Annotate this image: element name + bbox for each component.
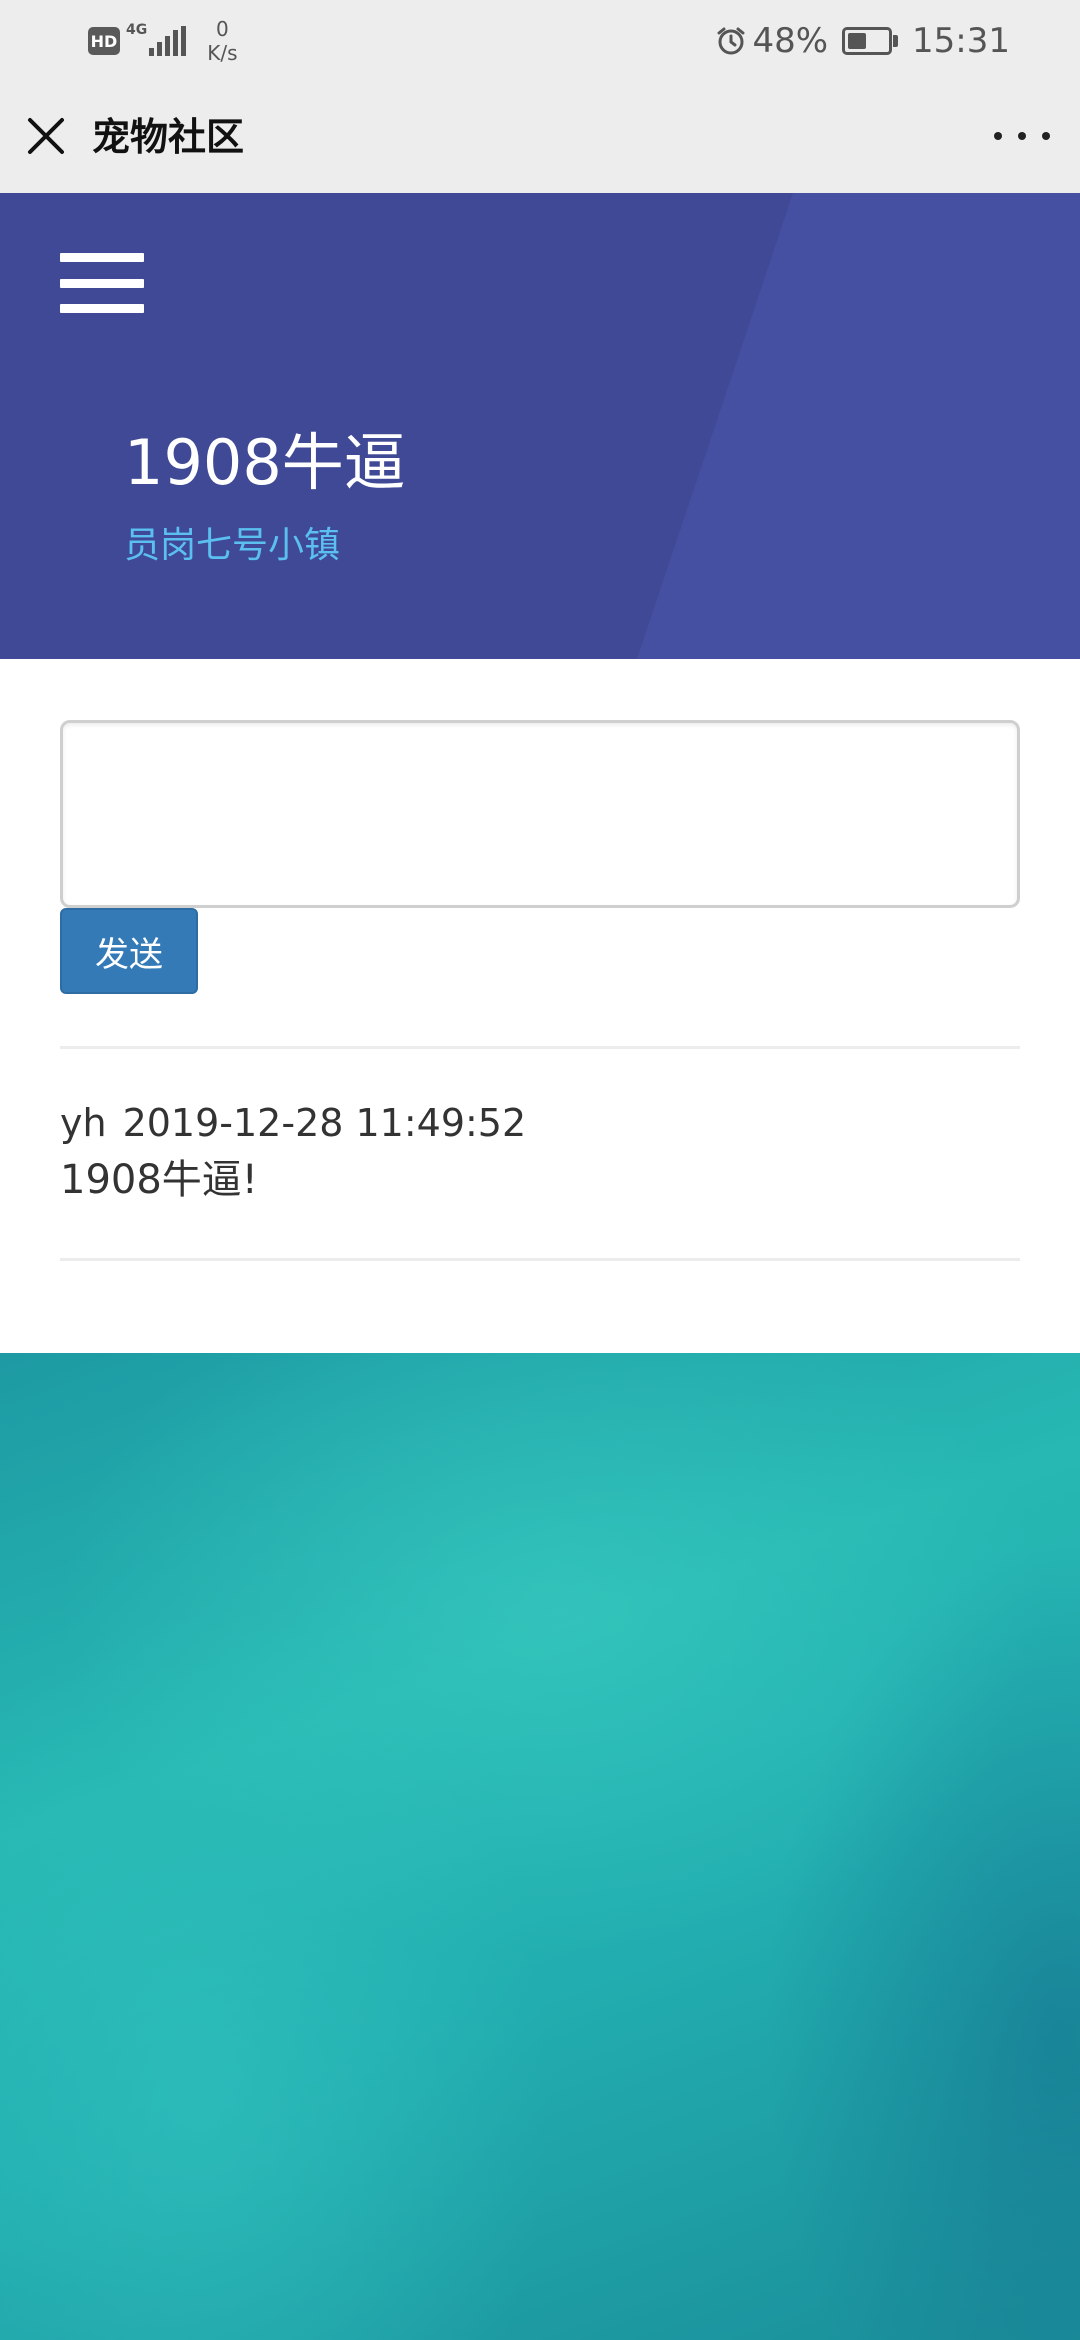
banner-title: 1908牛逼 — [124, 426, 406, 499]
post-author: yh — [60, 1101, 107, 1145]
close-icon[interactable] — [22, 112, 70, 160]
post-meta: yh 2019-12-28 11:49:52 — [60, 1098, 526, 1148]
battery-icon — [842, 27, 899, 55]
hamburger-icon[interactable] — [60, 253, 144, 313]
header-banner: 1908牛逼 员岗七号小镇 — [0, 193, 1080, 659]
network-type: 4G — [126, 22, 148, 38]
network-speed: 0 K/s — [207, 17, 237, 65]
banner-subtitle: 员岗七号小镇 — [124, 525, 341, 566]
post-timestamp: 2019-12-28 11:49:52 — [122, 1101, 527, 1145]
divider — [60, 1258, 1020, 1261]
clock: 15:31 — [912, 21, 1010, 61]
signal-icon — [149, 26, 189, 56]
page-title: 宠物社区 — [92, 115, 245, 159]
status-bar: HD 4G 0 K/s 48% 15:31 — [0, 0, 1080, 80]
send-button[interactable]: 发送 — [60, 908, 198, 994]
network-speed-value: 0 — [216, 17, 229, 41]
status-right: 48% 15:31 — [716, 18, 1010, 64]
alarm-icon — [717, 27, 745, 55]
hd-badge: HD — [88, 27, 120, 55]
bottom-background — [0, 1353, 1080, 2340]
post-content: 1908牛逼! — [60, 1157, 258, 1203]
message-input[interactable] — [60, 720, 1020, 908]
status-left: HD 4G 0 K/s — [88, 16, 238, 66]
network-speed-unit: K/s — [207, 41, 238, 65]
more-icon[interactable] — [994, 116, 1050, 156]
battery-percent: 48% — [752, 21, 829, 61]
divider — [60, 1046, 1020, 1049]
nav-bar: 宠物社区 — [0, 80, 1080, 193]
